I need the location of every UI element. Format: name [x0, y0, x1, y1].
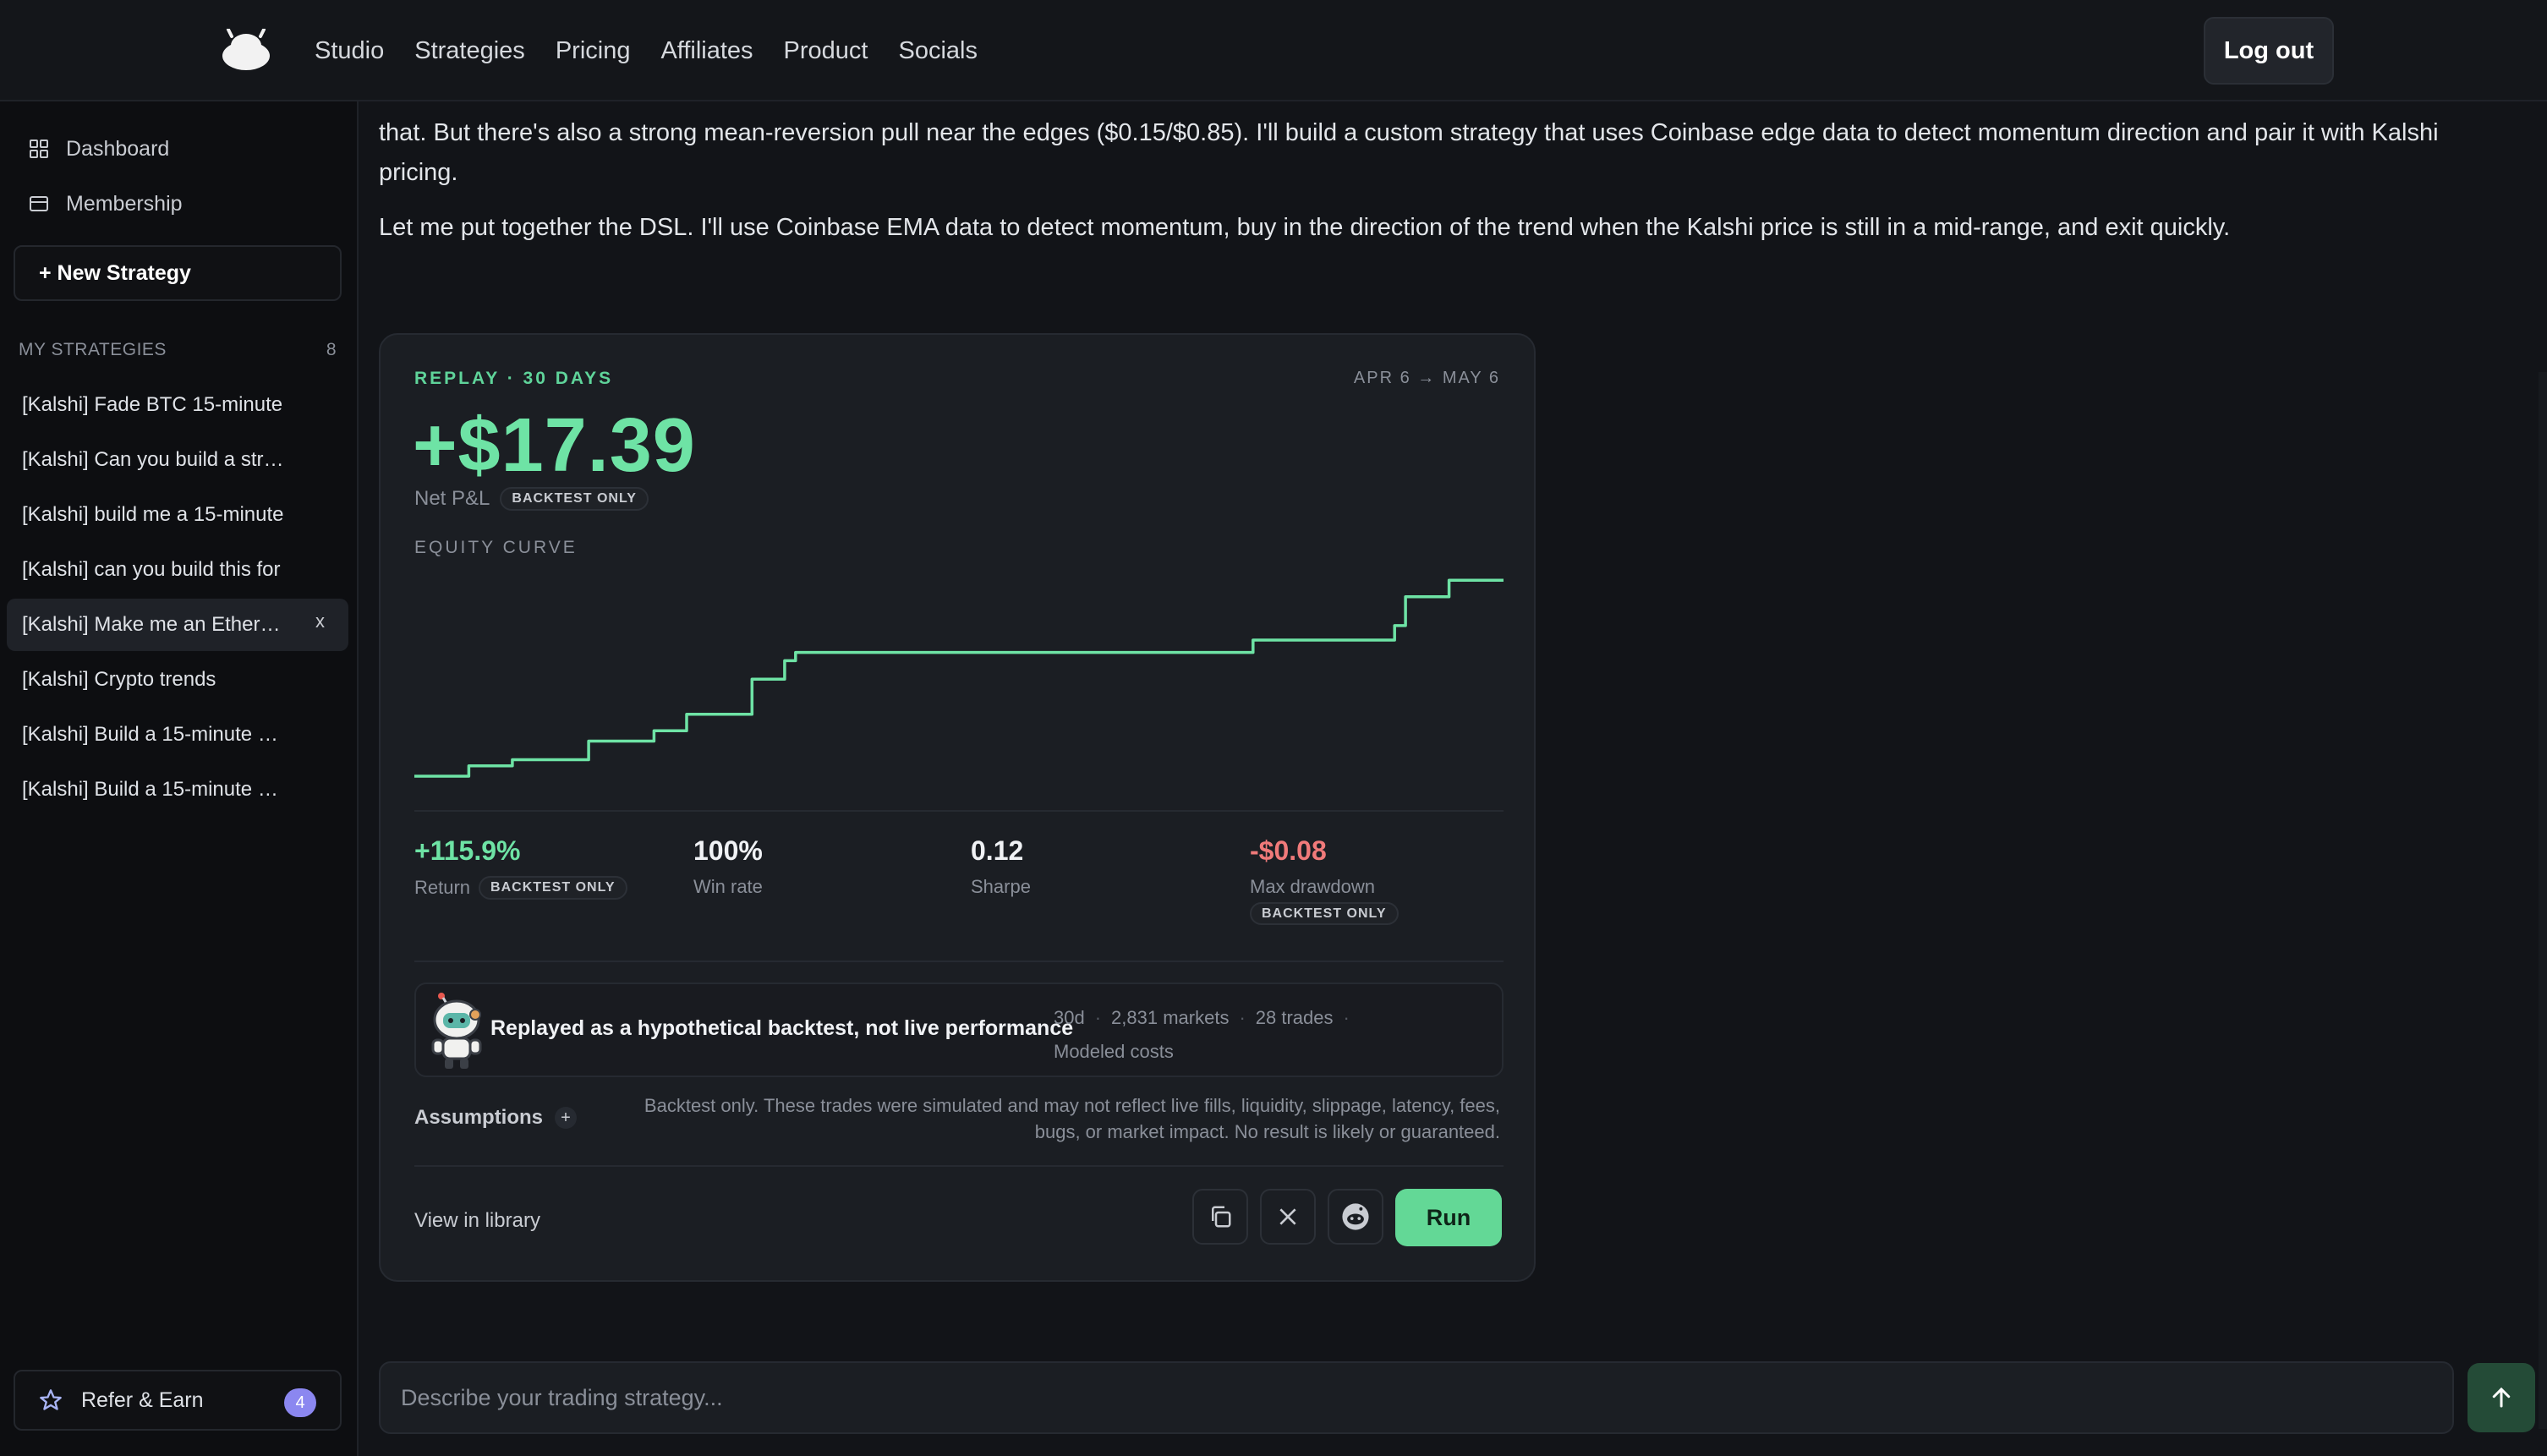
equity-curve-label: EQUITY CURVE — [414, 538, 578, 557]
message-paragraph: Let me put together the DSL. I'll use Co… — [379, 214, 2231, 241]
nav-links: Studio Strategies Pricing Affiliates Pro… — [315, 30, 1008, 71]
arrow-up-icon — [2492, 1387, 2511, 1408]
copy-icon — [1212, 1206, 1231, 1228]
strategy-item[interactable]: [Kalshi] Fade BTC 15-minute — [7, 379, 348, 431]
strategy-item[interactable]: [Kalshi] can you build this for — [7, 544, 348, 596]
hypothetical-banner: Replayed as a hypothetical backtest, not… — [414, 983, 1504, 1077]
grid-icon — [30, 140, 48, 158]
new-strategy-button[interactable]: + New Strategy — [14, 245, 342, 301]
strategy-item[interactable]: [Kalshi] build me a 15-minute — [7, 489, 348, 541]
main-content: that. But there's also a strong mean-rev… — [360, 101, 2547, 1456]
metric-sharpe: 0.12 Sharpe — [971, 835, 1039, 898]
strategy-item[interactable]: [Kalshi] Build a 15-minute Bitcoin — [7, 764, 348, 816]
assumptions-toggle[interactable]: Assumptions + — [414, 1106, 578, 1130]
strategy-label: [Kalshi] Crypto trends — [22, 668, 216, 691]
assumptions-label: Assumptions — [414, 1106, 544, 1129]
strategy-label: [Kalshi] Build a 15-minute Bitcoin — [22, 723, 284, 746]
sidebar-item-label: Dashboard — [66, 136, 170, 161]
metric-value: 0.12 — [971, 835, 1024, 866]
disclaimer-text: Backtest only. These trades were simulat… — [644, 1095, 1500, 1142]
strategy-item-active[interactable]: [Kalshi] Make me an Ethereum x — [7, 599, 348, 651]
net-pnl-label: Net P&L — [414, 487, 490, 510]
nav-socials[interactable]: Socials — [899, 30, 978, 71]
nav-studio[interactable]: Studio — [315, 30, 384, 71]
backtest-badge: BACKTEST ONLY — [500, 487, 649, 511]
strategy-label: [Kalshi] build me a 15-minute — [22, 503, 284, 526]
send-button[interactable] — [2468, 1363, 2535, 1432]
metric-max-drawdown: -$0.08 Max drawdown BACKTEST ONLY — [1250, 835, 1399, 925]
nav-product[interactable]: Product — [784, 30, 868, 71]
robot-mascot-icon — [431, 993, 482, 1069]
top-nav: Studio Strategies Pricing Affiliates Pro… — [0, 0, 2547, 101]
sidebar-item-label: Membership — [66, 191, 183, 216]
nav-strategies[interactable]: Strategies — [414, 30, 525, 71]
divider — [414, 810, 1504, 812]
nav-pricing[interactable]: Pricing — [556, 30, 631, 71]
reddit-icon — [1342, 1203, 1369, 1230]
sidebar-item-membership[interactable]: Membership — [29, 183, 183, 224]
metric-value: +115.9% — [414, 835, 521, 866]
strategy-label: [Kalshi] Build a 15-minute Bitcoin — [22, 778, 284, 801]
meta-trades: 28 trades — [1255, 1007, 1334, 1028]
meta-costs: Modeled costs — [1054, 1041, 1174, 1062]
strategy-label: [Kalshi] can you build this for — [22, 558, 281, 581]
strategy-item[interactable]: [Kalshi] Can you build a strategy — [7, 434, 348, 486]
scrollbar[interactable] — [2539, 372, 2547, 1429]
close-icon[interactable]: x — [315, 610, 325, 632]
nav-affiliates[interactable]: Affiliates — [660, 30, 753, 71]
date-range: APR 6 → MAY 6 — [1353, 369, 1500, 387]
refer-earn-button[interactable]: Refer & Earn 4 — [14, 1370, 342, 1431]
my-strategies-count: 8 — [326, 340, 337, 359]
reddit-share-button[interactable] — [1328, 1189, 1383, 1245]
metric-value: 100% — [693, 835, 763, 866]
replay-label: REPLAY · 30 DAYS — [414, 369, 614, 388]
metric-label: Sharpe — [971, 876, 1031, 897]
strategy-label: [Kalshi] Fade BTC 15-minute — [22, 393, 283, 416]
metric-return: +115.9% Return BACKTEST ONLY — [414, 835, 627, 900]
metric-label: Return — [414, 877, 471, 898]
backtest-meta: 30d · 2,831 markets · 28 trades · Modeled cos… — [1054, 1007, 1350, 1062]
backtest-badge: BACKTEST ONLY — [1250, 902, 1399, 925]
strategy-label: [Kalshi] Can you build a strategy — [22, 448, 284, 471]
message-paragraph: that. But there's also a strong mean-rev… — [379, 119, 2439, 186]
run-button[interactable]: Run — [1395, 1189, 1502, 1246]
logout-button[interactable]: Log out — [2204, 17, 2334, 85]
sidebar: Dashboard Membership + New Strategy MY S… — [0, 101, 359, 1456]
strategy-label: [Kalshi] Make me an Ethereum — [22, 613, 284, 636]
divider — [414, 961, 1504, 962]
equity-curve-chart — [414, 578, 1504, 778]
divider — [414, 1165, 1504, 1167]
star-icon — [40, 1389, 62, 1410]
strategy-prompt-input[interactable] — [379, 1361, 2454, 1434]
equity-curve-line — [414, 578, 1504, 778]
metric-win-rate: 100% Win rate — [693, 835, 771, 898]
metric-value: -$0.08 — [1250, 835, 1327, 866]
metric-label: Win rate — [693, 876, 763, 897]
hypothetical-text: Replayed as a hypothetical backtest, not… — [490, 1016, 1074, 1040]
refer-label: Refer & Earn — [81, 1388, 204, 1412]
meta-days: 30d — [1054, 1007, 1085, 1028]
sidebar-item-dashboard[interactable]: Dashboard — [29, 129, 169, 169]
my-strategies-label: MY STRATEGIES — [19, 340, 167, 359]
view-in-library-link[interactable]: View in library — [414, 1209, 540, 1233]
x-logo-icon — [1279, 1208, 1296, 1225]
backtest-badge: BACKTEST ONLY — [479, 876, 627, 900]
net-pnl-sub: Net P&L BACKTEST ONLY — [414, 487, 649, 511]
meta-markets: 2,831 markets — [1111, 1007, 1230, 1028]
x-share-button[interactable] — [1260, 1189, 1316, 1245]
plus-icon: + — [555, 1107, 578, 1129]
strategy-item[interactable]: [Kalshi] Build a 15-minute Bitcoin — [7, 709, 348, 761]
refer-count-badge: 4 — [284, 1388, 316, 1417]
logo-icon[interactable] — [220, 29, 272, 71]
strategy-item[interactable]: [Kalshi] Crypto trends — [7, 654, 348, 706]
card-icon — [30, 196, 48, 211]
net-pnl-value: +$17.39 — [413, 403, 696, 488]
metric-label: Max drawdown — [1250, 876, 1375, 897]
my-strategies-header: MY STRATEGIES 8 — [19, 340, 337, 360]
backtest-card: REPLAY · 30 DAYS APR 6 → MAY 6 +$17.39 N… — [379, 333, 1536, 1282]
copy-button[interactable] — [1192, 1189, 1248, 1245]
